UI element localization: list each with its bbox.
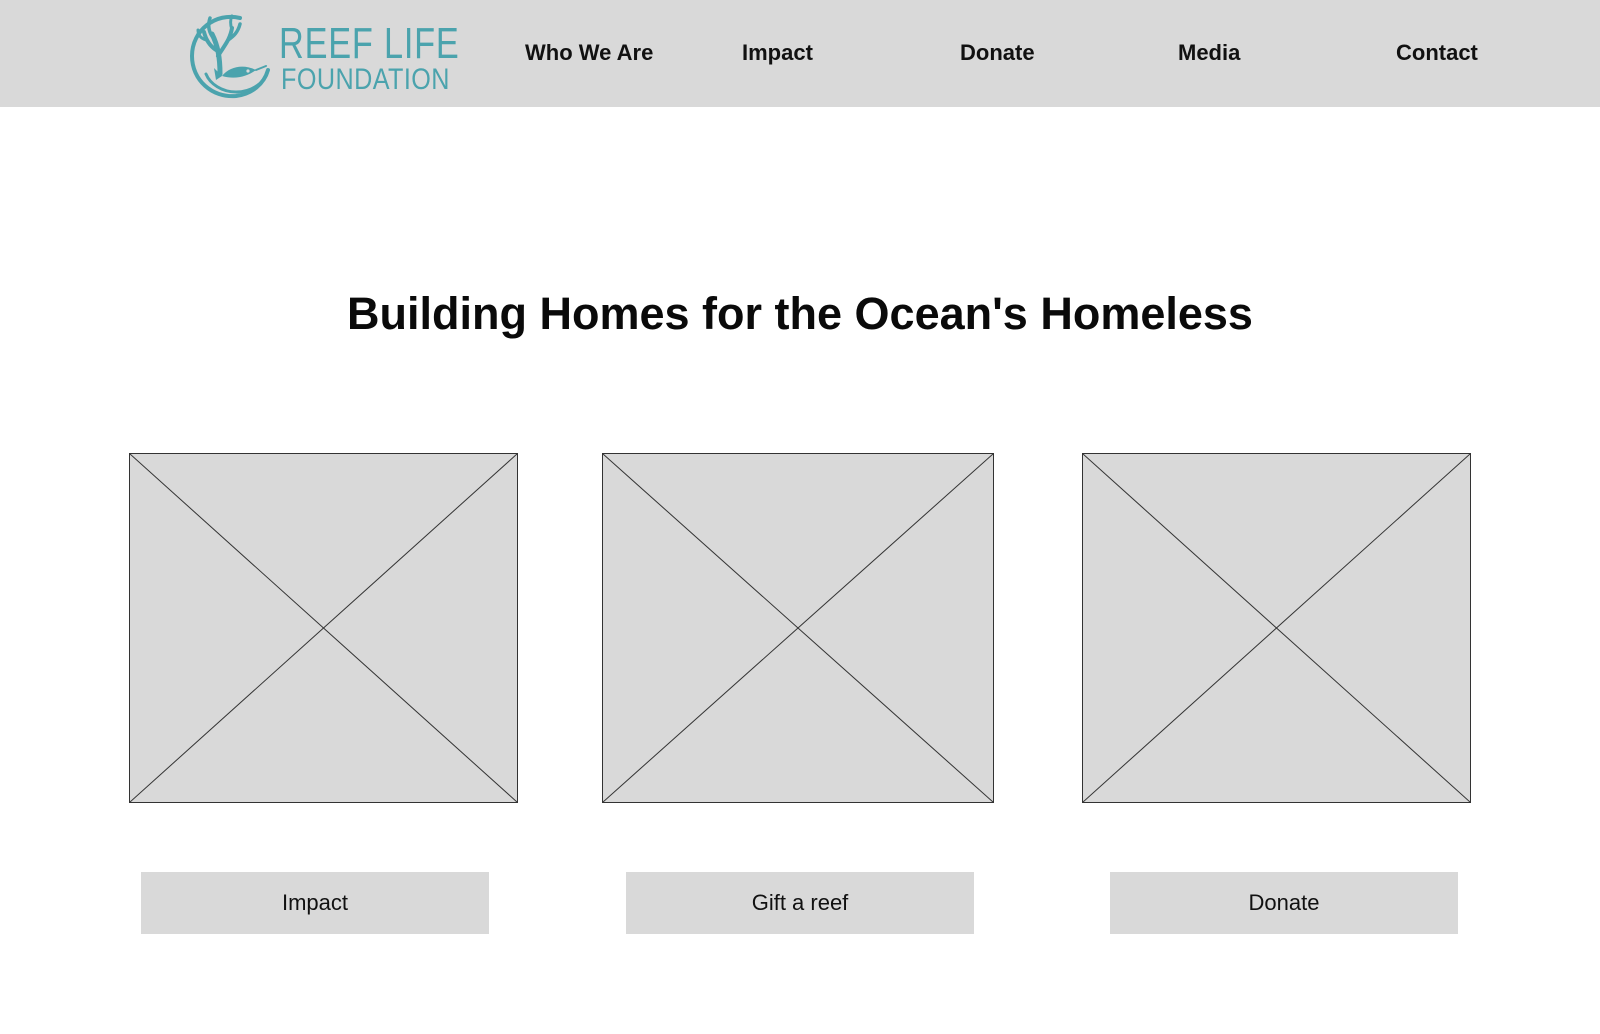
card-image-placeholder-3 xyxy=(1082,453,1471,803)
nav-item-who-we-are[interactable]: Who We Are xyxy=(525,40,653,66)
image-placeholder-icon xyxy=(603,454,993,802)
nav-item-contact[interactable]: Contact xyxy=(1396,40,1478,66)
card-image-placeholder-2 xyxy=(602,453,994,803)
image-placeholder-icon xyxy=(1083,454,1470,802)
coral-fish-icon xyxy=(189,14,270,99)
nav-item-media[interactable]: Media xyxy=(1178,40,1240,66)
nav-item-donate[interactable]: Donate xyxy=(960,40,1035,66)
top-navbar: REEF LIFE FOUNDATION Who We Are Impact D… xyxy=(0,0,1600,107)
card-image-placeholder-1 xyxy=(129,453,518,803)
brand-name-line1: REEF LIFE xyxy=(279,19,460,68)
brand-name-line2: FOUNDATION xyxy=(281,63,450,96)
brand-logo[interactable]: REEF LIFE FOUNDATION xyxy=(186,10,459,100)
nav-item-impact[interactable]: Impact xyxy=(742,40,813,66)
page: REEF LIFE FOUNDATION Who We Are Impact D… xyxy=(0,0,1600,1034)
donate-button[interactable]: Donate xyxy=(1110,872,1458,934)
image-placeholder-icon xyxy=(130,454,517,802)
page-title: Building Homes for the Ocean's Homeless xyxy=(347,288,1253,339)
impact-button[interactable]: Impact xyxy=(141,872,489,934)
gift-a-reef-button[interactable]: Gift a reef xyxy=(626,872,974,934)
